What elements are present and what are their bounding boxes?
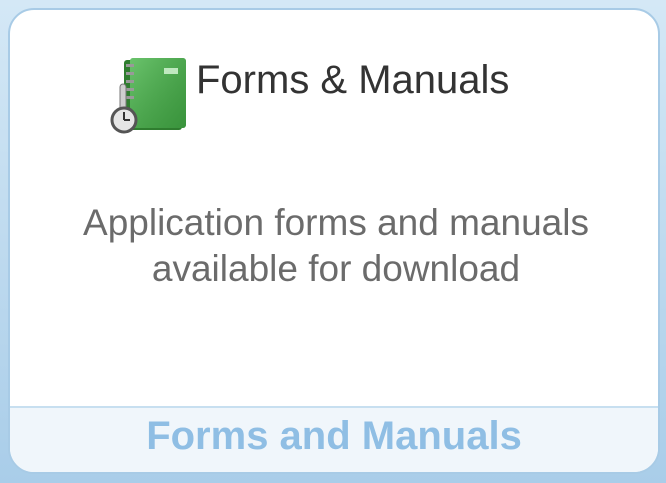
tile-frame: Forms & Manuals Application forms and ma…	[0, 0, 666, 483]
card-footer: Forms and Manuals	[10, 406, 658, 472]
card-description: Application forms and manuals available …	[83, 202, 589, 289]
forms-manuals-card[interactable]: Forms & Manuals Application forms and ma…	[8, 8, 660, 474]
card-title: Forms & Manuals	[196, 58, 510, 102]
book-clock-icon	[102, 54, 192, 134]
card-header: Forms & Manuals	[10, 10, 658, 138]
forms-and-manuals-link[interactable]: Forms and Manuals	[10, 408, 658, 464]
